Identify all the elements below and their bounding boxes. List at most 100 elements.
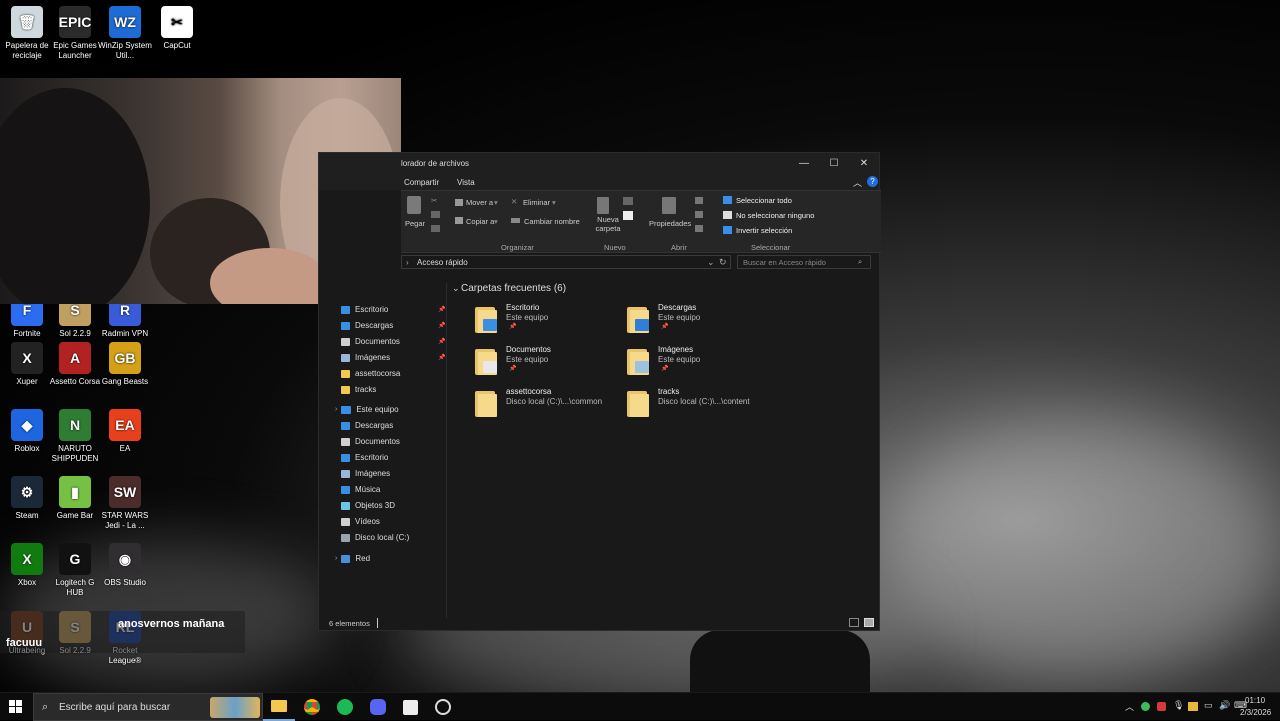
- delete-button[interactable]: Eliminar: [523, 198, 550, 207]
- nav-pc-item[interactable]: Vídeos: [341, 517, 380, 526]
- nav-pc-item[interactable]: Disco local (C:): [341, 533, 409, 542]
- clock-date[interactable]: 2/3/2026: [1240, 708, 1271, 717]
- nav-pc-item[interactable]: Escritorio: [341, 453, 388, 462]
- nav-quick-item[interactable]: assettocorsa: [341, 369, 400, 378]
- copy-to-button[interactable]: Copiar a: [466, 217, 494, 226]
- nav-pc-item[interactable]: Documentos: [341, 437, 400, 446]
- pin-icon[interactable]: 📌: [438, 322, 445, 329]
- desktop-icon[interactable]: X Xbox: [0, 543, 54, 588]
- tray-app-icon[interactable]: [1188, 702, 1198, 711]
- folder-tile[interactable]: Imágenes Este equipo 📌: [627, 345, 772, 381]
- pin-icon[interactable]: 📌: [438, 354, 445, 361]
- cut-icon[interactable]: ✂: [431, 196, 437, 205]
- tab-vista[interactable]: Vista: [457, 178, 475, 187]
- folder-icon: [341, 469, 350, 478]
- search-box[interactable]: Buscar en Acceso rápido ⌕: [737, 255, 871, 269]
- copy-path-icon[interactable]: [431, 211, 440, 218]
- desktop-icon[interactable]: ◆ Roblox: [0, 409, 54, 454]
- paste-button[interactable]: Pegar: [405, 219, 425, 228]
- select-none-button[interactable]: No seleccionar ninguno: [736, 211, 814, 220]
- address-path[interactable]: Acceso rápido: [417, 258, 468, 267]
- expand-chevron-icon[interactable]: ›: [335, 406, 337, 413]
- network-icon[interactable]: ▭: [1204, 700, 1213, 711]
- folder-tile[interactable]: Documentos Este equipo 📌: [475, 345, 620, 381]
- move-to-dropdown-icon[interactable]: ▾: [494, 198, 498, 207]
- taskbar-obs[interactable]: [427, 693, 459, 721]
- search-input[interactable]: Buscar en Acceso rápido: [743, 258, 826, 267]
- desktop-icon[interactable]: ⚙ Steam: [0, 476, 54, 521]
- desktop-icon[interactable]: EPIC Epic Games Launcher: [48, 6, 102, 61]
- desktop-icon[interactable]: EA EA: [98, 409, 152, 454]
- paste-shortcut-icon[interactable]: [431, 225, 440, 232]
- maximize-button[interactable]: ☐: [819, 153, 849, 173]
- nav-quick-item[interactable]: Escritorio: [341, 305, 388, 314]
- tray-app-icon[interactable]: [1157, 702, 1166, 711]
- new-item-icon[interactable]: [623, 197, 633, 205]
- move-to-button[interactable]: Mover a: [466, 198, 493, 207]
- desktop-icon[interactable]: G Logitech G HUB: [48, 543, 102, 598]
- nav-quick-item[interactable]: Imágenes: [341, 353, 390, 362]
- address-bar[interactable]: › Acceso rápido ⌄ ↻: [401, 255, 731, 269]
- pin-icon[interactable]: 📌: [438, 338, 445, 345]
- folder-tile[interactable]: tracks Disco local (C:)\...\content: [627, 387, 772, 423]
- taskbar-file-explorer[interactable]: [263, 693, 295, 721]
- nav-pc-item[interactable]: Objetos 3D: [341, 501, 395, 510]
- rename-button[interactable]: Cambiar nombre: [524, 217, 580, 226]
- invert-selection-button[interactable]: Invertir selección: [736, 226, 792, 235]
- nav-quick-item[interactable]: Documentos: [341, 337, 400, 346]
- copy-to-dropdown-icon[interactable]: ▾: [494, 217, 498, 226]
- folder-tile[interactable]: Descargas Este equipo 📌: [627, 303, 772, 339]
- nav-pc-item[interactable]: Imágenes: [341, 469, 390, 478]
- help-icon[interactable]: ?: [867, 176, 878, 187]
- taskbar-search-input[interactable]: Escribe aquí para buscar: [59, 702, 170, 713]
- select-all-button[interactable]: Seleccionar todo: [736, 196, 792, 205]
- desktop-icon[interactable]: 🗑 Papelera de reciclaje: [0, 6, 54, 61]
- address-dropdown-icon[interactable]: ⌄: [707, 257, 715, 268]
- microphone-icon[interactable]: 🎙: [1173, 700, 1184, 711]
- delete-dropdown-icon[interactable]: ▾: [552, 198, 556, 207]
- details-view-icon[interactable]: [849, 618, 859, 627]
- history-icon[interactable]: [695, 225, 703, 232]
- desktop-icon[interactable]: ◉ OBS Studio: [98, 543, 152, 588]
- taskbar-search-box[interactable]: ⌕ Escribe aquí para buscar: [33, 693, 263, 721]
- nav-pc-item[interactable]: Música: [341, 485, 380, 494]
- start-button[interactable]: [0, 693, 32, 721]
- nav-this-pc[interactable]: › Este equipo: [335, 405, 399, 414]
- clock-time[interactable]: 01:10: [1245, 696, 1265, 705]
- edit-icon[interactable]: [695, 211, 703, 218]
- tab-compartir[interactable]: Compartir: [404, 178, 439, 187]
- open-icon[interactable]: [695, 197, 703, 204]
- large-icons-view-icon[interactable]: [864, 618, 874, 627]
- new-folder-button[interactable]: Nueva carpeta: [595, 215, 621, 233]
- desktop-icon[interactable]: ✂ CapCut: [150, 6, 204, 51]
- nav-quick-item[interactable]: tracks: [341, 385, 376, 394]
- desktop-icon[interactable]: ▮ Game Bar: [48, 476, 102, 521]
- desktop-icon[interactable]: GB Gang Beasts: [98, 342, 152, 387]
- volume-icon[interactable]: 🔊: [1219, 700, 1230, 711]
- easy-access-icon[interactable]: [623, 211, 633, 220]
- taskbar-chrome[interactable]: [296, 693, 328, 721]
- desktop-icon[interactable]: N NARUTO SHIPPUDEN: [48, 409, 102, 464]
- desktop-icon[interactable]: A Assetto Corsa: [48, 342, 102, 387]
- refresh-icon[interactable]: ↻: [719, 257, 727, 268]
- tray-overflow-icon[interactable]: ︿: [1125, 700, 1134, 713]
- expand-chevron-icon[interactable]: ›: [335, 555, 337, 562]
- minimize-button[interactable]: —: [789, 153, 819, 173]
- taskbar-store[interactable]: [394, 693, 426, 721]
- desktop-icon[interactable]: X Xuper: [0, 342, 54, 387]
- taskbar-spotify[interactable]: [329, 693, 361, 721]
- desktop-icon[interactable]: SW STAR WARS Jedi - La ...: [98, 476, 152, 531]
- nav-network[interactable]: › Red: [335, 554, 370, 563]
- folder-tile[interactable]: assettocorsa Disco local (C:)\...\common: [475, 387, 620, 423]
- nav-pc-item[interactable]: Descargas: [341, 421, 393, 430]
- collapse-ribbon-icon[interactable]: ︿: [853, 176, 862, 189]
- taskbar-discord[interactable]: [362, 693, 394, 721]
- tray-app-icon[interactable]: [1141, 702, 1150, 711]
- folder-tile[interactable]: Escritorio Este equipo 📌: [475, 303, 620, 339]
- pin-icon[interactable]: 📌: [438, 306, 445, 313]
- properties-button[interactable]: Propiedades: [649, 219, 691, 228]
- section-chevron-icon[interactable]: ⌄: [452, 283, 460, 294]
- nav-quick-item[interactable]: Descargas: [341, 321, 393, 330]
- desktop-icon[interactable]: WZ WinZip System Util...: [98, 6, 152, 61]
- close-button[interactable]: ✕: [849, 153, 879, 173]
